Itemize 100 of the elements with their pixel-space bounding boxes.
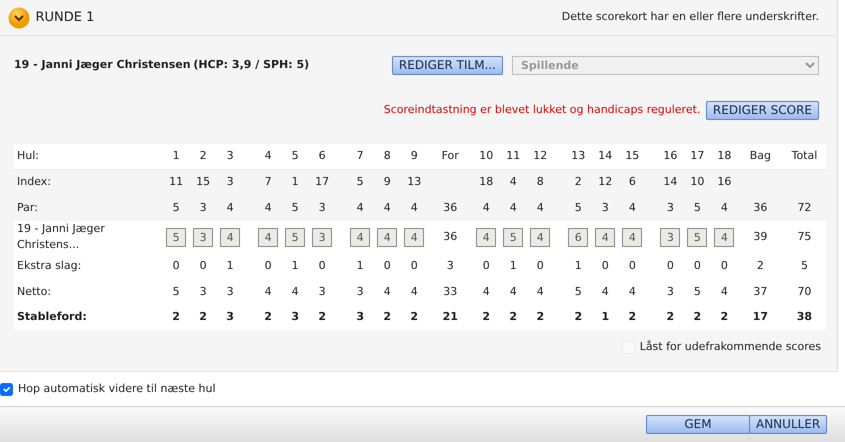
table-cell: 75: [797, 230, 812, 243]
table-cell: 2: [410, 310, 418, 323]
score-field[interactable]: 4: [476, 228, 496, 246]
table-cell: 3: [666, 200, 674, 214]
column-header: 2: [200, 149, 207, 162]
table-cell: 4: [510, 175, 517, 188]
table-cell: 3: [291, 310, 299, 323]
column-header: 9: [410, 149, 418, 162]
table-cell: 4: [410, 284, 418, 298]
table-cell: 0: [200, 259, 207, 272]
score-field[interactable]: 5: [166, 228, 186, 246]
column-header: 12: [533, 149, 548, 162]
table-cell: 2: [383, 310, 392, 323]
table-cell: 11: [169, 175, 184, 188]
score-field[interactable]: 4: [258, 228, 278, 246]
table-cell: 3: [666, 284, 674, 298]
table-cell: 17: [752, 310, 768, 323]
table-cell: 0: [318, 259, 326, 272]
column-header: 10: [479, 149, 494, 162]
table-cell: 3: [200, 200, 207, 214]
table-cell: 2: [199, 310, 207, 323]
table-cell: 2: [756, 259, 764, 272]
table-cell: 4: [720, 200, 728, 214]
table-cell: 16: [717, 175, 732, 188]
edit-score-button[interactable]: REDIGER SCORE: [706, 101, 819, 120]
table-cell: 17: [315, 175, 330, 188]
table-cell: 2: [509, 310, 518, 323]
table-cell: 4: [482, 200, 490, 214]
table-cell: 4: [510, 200, 517, 214]
column-header: 5: [292, 149, 299, 162]
table-cell: 3: [446, 259, 454, 272]
collapse-icon[interactable]: [8, 6, 30, 28]
table-cell: 2: [318, 310, 326, 323]
table-cell: 4: [226, 200, 234, 214]
table-cell: 2: [694, 310, 702, 323]
table-cell: 0: [666, 259, 674, 272]
score-field[interactable]: 3: [193, 228, 214, 246]
column-header: 15: [625, 149, 640, 162]
table-cell: 1: [226, 259, 234, 272]
table-cell: 3: [356, 310, 364, 323]
table-cell: 4: [356, 200, 364, 214]
table-cell: 72: [797, 200, 812, 214]
table-cell: 37: [753, 284, 768, 298]
table-cell: 3: [602, 200, 609, 214]
score-field[interactable]: 6: [568, 228, 588, 246]
handicap-text: (HCP: 3,9 / SPH: 5): [193, 57, 310, 74]
table-cell: 0: [720, 259, 728, 272]
table-cell: 5: [172, 200, 180, 214]
table-cell: 33: [443, 284, 458, 298]
score-field[interactable]: 3: [660, 228, 680, 246]
table-cell: 2: [172, 310, 180, 323]
score-field[interactable]: 4: [714, 228, 734, 246]
column-header: 13: [571, 149, 586, 162]
table-cell: 3: [318, 200, 326, 214]
table-cell: 21: [442, 310, 458, 323]
table-cell: 5: [694, 284, 701, 298]
table-cell: 2: [264, 310, 272, 323]
cancel-button[interactable]: ANNULLER: [749, 415, 827, 434]
table-cell: 13: [407, 175, 422, 188]
auto-advance-checkbox[interactable]: [0, 382, 13, 396]
score-field[interactable]: 4: [377, 228, 398, 246]
score-field[interactable]: 4: [530, 228, 550, 246]
edit-registration-button[interactable]: REDIGER TILM...: [392, 56, 503, 75]
table-cell: 2: [482, 310, 490, 323]
table-cell: 4: [292, 284, 299, 298]
score-field[interactable]: 4: [622, 228, 642, 246]
column-header: 16: [663, 149, 678, 162]
table-cell: 5: [574, 200, 582, 214]
save-button[interactable]: GEM: [646, 415, 750, 434]
score-field[interactable]: 4: [350, 228, 370, 246]
table-cell: 15: [196, 175, 210, 188]
table-cell: 5: [292, 200, 299, 214]
checkbox-label: Hop automatisk videre til næste hul: [18, 380, 216, 397]
row-label: Par:: [17, 200, 38, 214]
column-header: 8: [384, 149, 391, 162]
score-field[interactable]: 4: [404, 228, 424, 246]
table-cell: 5: [356, 175, 364, 188]
table-cell: 5: [800, 259, 808, 272]
table-cell: 36: [753, 200, 768, 214]
player-label: 19 - Janni Jæger Christens...: [17, 222, 105, 251]
signature-note: Dette scorekort har en eller flere underskrifter.: [562, 9, 819, 26]
table-cell: 3: [356, 284, 364, 298]
table-cell: 4: [536, 200, 544, 214]
score-field[interactable]: 5: [503, 228, 524, 246]
score-field[interactable]: 4: [220, 228, 240, 246]
table-cell: 1: [601, 310, 610, 323]
score-field[interactable]: 5: [285, 228, 306, 246]
table-cell: 0: [172, 259, 180, 272]
score-field[interactable]: 4: [595, 228, 616, 246]
table-cell: 4: [628, 284, 636, 298]
table-cell: 36: [443, 230, 458, 243]
score-field[interactable]: 5: [687, 228, 708, 246]
column-header: Bag: [750, 149, 772, 162]
score-field[interactable]: 3: [312, 228, 332, 246]
table-cell: 3: [318, 284, 326, 298]
table-cell: 70: [797, 284, 812, 298]
table-cell: 0: [384, 259, 391, 272]
table-cell: 6: [628, 175, 636, 188]
table-cell: 4: [410, 200, 418, 214]
table-cell: 3: [226, 310, 234, 323]
